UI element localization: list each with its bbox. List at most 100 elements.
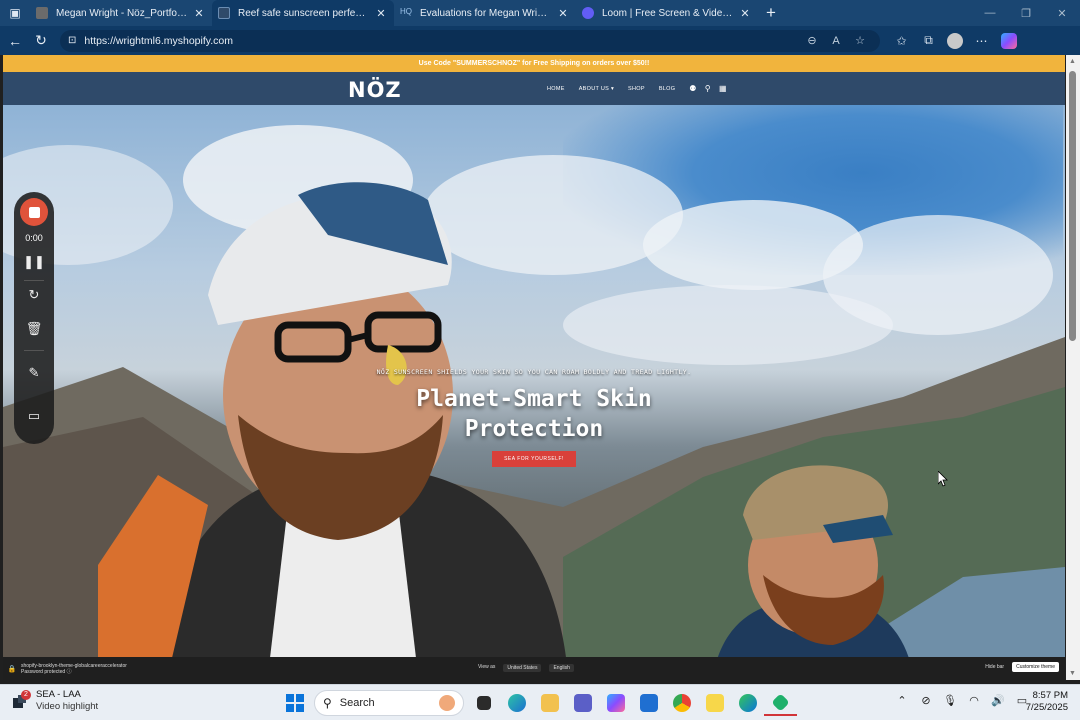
url-text: https://wrightml6.myshopify.com: [84, 34, 233, 47]
taskbar-search[interactable]: ⚲ Search: [314, 690, 464, 716]
sticky-notes-icon[interactable]: [698, 690, 731, 716]
notification-badge: 2: [21, 690, 31, 700]
tab-evaluations[interactable]: HQ Evaluations for Megan Wright: Sc ✕: [394, 0, 576, 26]
site-info-icon[interactable]: ⊡: [68, 35, 76, 46]
site-logo[interactable]: NÖZ: [348, 78, 402, 102]
close-window-icon[interactable]: ✕: [1044, 7, 1080, 20]
scroll-up-icon[interactable]: ▲: [1069, 58, 1076, 65]
task-view-icon[interactable]: [467, 690, 500, 716]
nav-home[interactable]: HOME: [547, 86, 565, 92]
restore-icon[interactable]: ❐: [1008, 7, 1044, 20]
back-button[interactable]: ←: [2, 28, 28, 54]
tab-loom[interactable]: Loom | Free Screen & Video Reco ✕: [576, 0, 758, 26]
taskbar-clock[interactable]: 8:57 PM 7/25/2025: [1024, 690, 1068, 714]
tab-favicon-icon: [36, 7, 48, 19]
preview-store-name: shopify-brooklyn-theme-globalcareeraccel…: [21, 662, 127, 669]
refresh-button[interactable]: ↻: [28, 28, 54, 54]
favorites-icon[interactable]: ✩: [888, 34, 915, 48]
loom-app-icon[interactable]: [764, 690, 797, 716]
delete-icon[interactable]: 🗑: [14, 321, 54, 337]
profile-avatar[interactable]: [947, 32, 963, 49]
read-aloud-icon[interactable]: A: [824, 35, 848, 47]
teams-icon[interactable]: [566, 690, 599, 716]
browser-tab-strip: ▣ Megan Wright - Nöz_PortfolioPro ✕ Reef…: [0, 0, 1080, 26]
stop-icon: [28, 206, 40, 218]
hero-headline: Planet-Smart Skin Protection: [416, 386, 652, 442]
show-hidden-icons-icon[interactable]: ⌃: [890, 694, 914, 707]
stop-recording-button[interactable]: [20, 198, 48, 226]
wifi-icon[interactable]: ◠: [962, 694, 986, 707]
search-icon: ⚲: [323, 696, 332, 710]
more-menu-icon[interactable]: ⋯: [968, 34, 995, 48]
file-explorer-icon[interactable]: [533, 690, 566, 716]
address-bar[interactable]: ⊡ https://wrightml6.myshopify.com ⊖ A ☆: [60, 29, 880, 52]
close-tab-icon[interactable]: ✕: [192, 7, 206, 20]
camera-icon[interactable]: ▭: [14, 408, 54, 424]
hide-bar-button[interactable]: Hide bar: [982, 662, 1007, 672]
tab-title: Reef safe sunscreen perfect for pr: [238, 7, 370, 19]
close-tab-icon[interactable]: ✕: [374, 7, 388, 20]
loom-divider: [24, 280, 44, 281]
edge-dev-icon[interactable]: [731, 690, 764, 716]
close-tab-icon[interactable]: ✕: [556, 7, 570, 20]
minimize-icon[interactable]: —: [972, 7, 1008, 20]
zoom-icon[interactable]: ⊖: [800, 34, 824, 47]
customize-theme-button[interactable]: Customize theme: [1012, 662, 1059, 672]
tab-portfolio[interactable]: Megan Wright - Nöz_PortfolioPro ✕: [30, 0, 212, 26]
clock-time: 8:57 PM: [1032, 690, 1068, 701]
nav-shop[interactable]: SHOP: [628, 86, 645, 92]
nav-about-us[interactable]: ABOUT US ▾: [579, 86, 614, 92]
network-off-icon[interactable]: ⊘: [914, 694, 938, 707]
tab-title: Loom | Free Screen & Video Reco: [602, 7, 734, 19]
taskbar-apps: ⚲ Search: [278, 690, 797, 716]
tab-actions-icon[interactable]: ▣: [0, 0, 30, 26]
store-icon[interactable]: [632, 690, 665, 716]
draw-tool-icon[interactable]: ✎: [14, 365, 54, 381]
hero-tagline: NÖZ SUNSCREEN SHIELDS YOUR SKIN SO YOU C…: [376, 368, 692, 376]
nav-blog[interactable]: BLOG: [659, 86, 675, 92]
close-tab-icon[interactable]: ✕: [738, 7, 752, 20]
preview-language-select[interactable]: English: [549, 664, 574, 672]
scrollbar-thumb[interactable]: [1069, 71, 1076, 341]
shopify-preview-bar: 🔒 shopify-brooklyn-theme-globalcareeracc…: [3, 657, 1065, 680]
widget-notification[interactable]: 2 SEA - LAA Video highlight: [12, 689, 98, 713]
windows-taskbar: 2 SEA - LAA Video highlight ⚲ Search ⌃ ⊘…: [0, 684, 1080, 720]
volume-icon[interactable]: 🔊: [986, 694, 1010, 707]
loom-favicon-icon: [582, 7, 594, 19]
hero-cta-button[interactable]: SEA FOR YOURSELF!: [492, 451, 576, 467]
scroll-down-icon[interactable]: ▼: [1069, 670, 1076, 677]
microphone-icon[interactable]: 🎙: [938, 694, 962, 707]
promo-banner: Use Code "SUMMERSCHNOZ" for Free Shippin…: [3, 55, 1065, 72]
edge-icon[interactable]: [500, 690, 533, 716]
hero-text: NÖZ SUNSCREEN SHIELDS YOUR SKIN SO YOU C…: [3, 368, 1065, 467]
preview-view-options: View as United States English: [478, 664, 574, 672]
tab-favicon-icon: [218, 7, 230, 19]
tab-title: Evaluations for Megan Wright: Sc: [420, 7, 552, 19]
browser-toolbar: ← ↻ ⊡ https://wrightml6.myshopify.com ⊖ …: [0, 26, 1080, 55]
pause-icon[interactable]: ❚❚: [14, 254, 54, 270]
recording-timer: 0:00: [25, 233, 43, 243]
preview-password-note[interactable]: Password protected ⓘ: [21, 669, 127, 675]
cart-icon[interactable]: ▦: [719, 84, 727, 93]
copilot-app-icon[interactable]: [599, 690, 632, 716]
search-icon[interactable]: ⚲: [705, 84, 711, 93]
notification-title: SEA - LAA: [36, 689, 81, 700]
preview-country-select[interactable]: United States: [503, 664, 542, 672]
preview-view-as: View as: [478, 664, 496, 670]
search-highlight-icon: [439, 695, 455, 711]
hero-banner: NÖZ SUNSCREEN SHIELDS YOUR SKIN SO YOU C…: [3, 105, 1065, 657]
copilot-icon[interactable]: [1001, 32, 1017, 49]
page-scrollbar[interactable]: ▲ ▼: [1066, 55, 1080, 680]
chrome-icon[interactable]: [665, 690, 698, 716]
window-controls: — ❐ ✕: [972, 7, 1080, 20]
new-tab-button[interactable]: +: [758, 0, 784, 26]
loom-divider: [24, 350, 44, 351]
lock-icon: 🔒: [7, 665, 17, 673]
tab-reef-safe[interactable]: Reef safe sunscreen perfect for pr ✕: [212, 0, 394, 26]
start-button[interactable]: [278, 690, 311, 716]
collections-icon[interactable]: ⧉: [915, 33, 942, 48]
taskbar-search-label: Search: [339, 697, 375, 709]
account-icon[interactable]: ⚉: [689, 84, 696, 93]
favorite-star-icon[interactable]: ☆: [848, 34, 872, 47]
restart-icon[interactable]: ↻: [14, 287, 54, 303]
